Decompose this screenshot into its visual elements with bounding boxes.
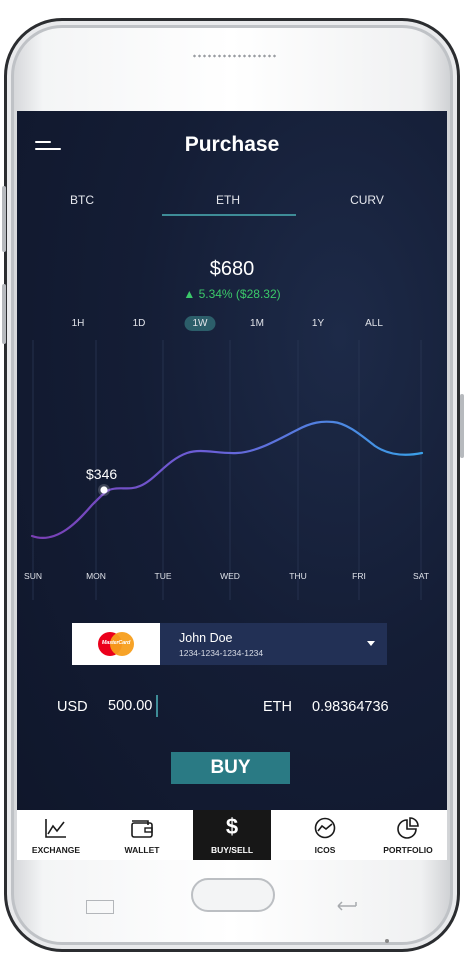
speaker-grille: [192, 54, 276, 58]
nav-label-icos: ICOS: [314, 845, 336, 855]
usd-amount-input[interactable]: [106, 694, 180, 718]
buy-button[interactable]: BUY: [171, 752, 290, 784]
time-range-selector: 1H 1D 1W 1M 1Y ALL: [17, 316, 447, 334]
sensor-dot: [385, 939, 389, 943]
axis-label-thu: THU: [289, 571, 307, 581]
from-currency-label: USD: [57, 699, 88, 715]
payment-card-selector[interactable]: MasterCard John Doe 1234-1234-1234-1234: [72, 623, 387, 665]
range-1m[interactable]: 1M: [242, 316, 272, 331]
tab-eth[interactable]: ETH: [161, 193, 295, 207]
volume-button: [2, 186, 6, 252]
weekday-axis: SUN MON TUE WED THU FRI SAT: [17, 571, 447, 585]
nav-exchange[interactable]: EXCHANGE: [17, 810, 95, 860]
axis-label-mon: MON: [86, 571, 106, 581]
range-1y[interactable]: 1Y: [304, 316, 332, 331]
current-price: $680: [209, 258, 255, 280]
nav-portfolio[interactable]: PORTFOLIO: [369, 810, 447, 860]
nav-label-portfolio: PORTFOLIO: [383, 845, 433, 855]
range-1d[interactable]: 1D: [125, 316, 154, 331]
tab-btc[interactable]: BTC: [17, 193, 149, 207]
card-number: 1234-1234-1234-1234: [179, 648, 264, 658]
dollar-icon: $: [225, 814, 239, 839]
cardholder-name: John Doe: [179, 631, 233, 645]
axis-label-sun: SUN: [24, 571, 42, 581]
wallet-icon: [131, 820, 153, 838]
nav-label-buy-sell: BUY/SELL: [210, 845, 254, 855]
nav-icos[interactable]: ICOS: [286, 810, 364, 860]
volume-button-lower: [2, 284, 6, 344]
range-all[interactable]: ALL: [357, 316, 391, 331]
app-screen: Purchase BTC ETH CURV $680 ▲ 5.34% ($28.…: [17, 111, 447, 860]
range-1h[interactable]: 1H: [64, 316, 93, 331]
back-arrow-icon: [337, 901, 357, 911]
nav-buy-sell[interactable]: $ BUY/SELL: [193, 810, 271, 860]
axis-label-wed: WED: [220, 571, 240, 581]
trend-circle-icon: [314, 817, 336, 839]
active-tab-indicator: [162, 214, 296, 216]
axis-label-tue: TUE: [154, 571, 172, 581]
home-button: [191, 878, 275, 912]
price-chart: [30, 340, 424, 600]
price-change: ▲ 5.34% ($28.32): [183, 287, 281, 301]
axis-label-fri: FRI: [352, 571, 366, 581]
highlight-price-label: $346: [86, 466, 118, 482]
power-button: [460, 394, 464, 458]
pie-chart-icon: [397, 817, 419, 839]
coin-tabs: BTC ETH CURV: [17, 193, 447, 217]
bottom-navigation: EXCHANGE WALLET $ BUY/SELL ICOS PORTFOLI…: [17, 810, 447, 860]
mastercard-icon: MasterCard: [98, 632, 134, 656]
card-logo: MasterCard: [72, 623, 160, 665]
eth-amount-value: 0.98364736: [312, 699, 389, 715]
nav-label-wallet: WALLET: [124, 845, 160, 855]
range-1w[interactable]: 1W: [184, 316, 216, 331]
chevron-down-icon[interactable]: [367, 641, 375, 646]
axis-label-sat: SAT: [413, 571, 429, 581]
to-currency-label: ETH: [263, 699, 292, 715]
line-chart-icon: [45, 819, 66, 838]
tab-curv[interactable]: CURV: [300, 193, 434, 207]
recent-apps-button: [86, 900, 114, 914]
nav-label-exchange: EXCHANGE: [31, 845, 81, 855]
text-cursor: [156, 695, 158, 717]
page-title: Purchase: [184, 133, 280, 156]
nav-wallet[interactable]: WALLET: [103, 810, 181, 860]
